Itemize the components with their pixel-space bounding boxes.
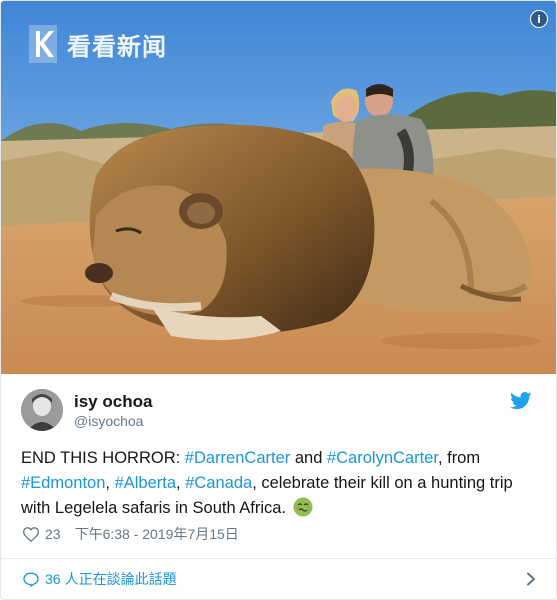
tweet-timestamp[interactable]: 下午6:38 - 2019年7月15日 xyxy=(75,524,239,544)
tweet-body: isy ochoa @isyochoa END THIS HORROR: #Da… xyxy=(1,374,556,599)
twitter-bird-icon[interactable] xyxy=(510,392,532,410)
info-icon-glyph: i xyxy=(537,12,541,26)
tweet-header: isy ochoa @isyochoa xyxy=(21,389,538,434)
nauseated-face-emoji-icon xyxy=(293,497,313,517)
hashtag-edmonton[interactable]: #Edmonton xyxy=(21,474,105,492)
like-count[interactable]: 23 xyxy=(45,526,61,542)
hashtag-alberta[interactable]: #Alberta xyxy=(115,474,176,492)
conversation-link[interactable]: 36 人正在談論此話題 xyxy=(23,568,536,590)
info-icon[interactable]: i xyxy=(530,10,548,28)
avatar[interactable] xyxy=(21,389,63,431)
watermark: 看看新闻 xyxy=(27,23,167,65)
hashtag-carolyncarter[interactable]: #CarolynCarter xyxy=(327,449,438,467)
heart-icon[interactable] xyxy=(23,526,39,542)
watermark-text: 看看新闻 xyxy=(67,32,167,61)
talking-count: 36 xyxy=(45,571,61,587)
tweet-meta: 23 下午6:38 - 2019年7月15日 xyxy=(23,524,239,544)
tweet-card: 看看新闻 i isy ochoa @isyochoa END THIS HORR… xyxy=(0,0,557,600)
tweet-text: END THIS HORROR: #DarrenCarter and #Caro… xyxy=(21,446,541,521)
tweet-text-segment: , xyxy=(105,474,115,492)
avatar-image xyxy=(21,389,63,431)
speech-bubble-icon xyxy=(23,572,39,587)
user-handle[interactable]: @isyochoa xyxy=(74,413,143,429)
chevron-right-icon[interactable] xyxy=(526,572,536,586)
tweet-text-segment: and xyxy=(290,449,327,467)
user-name[interactable]: isy ochoa xyxy=(74,392,152,412)
hashtag-canada[interactable]: #Canada xyxy=(185,474,252,492)
talking-label: 人正在談論此話題 xyxy=(64,571,177,587)
tweet-text-segment: , xyxy=(176,474,186,492)
hashtag-darrencarter[interactable]: #DarrenCarter xyxy=(185,449,290,467)
tweet-photo[interactable]: 看看新闻 i xyxy=(1,1,556,374)
tweet-text-segment: END THIS HORROR: xyxy=(21,449,185,467)
tweet-text-segment: , from xyxy=(437,449,481,467)
kankan-logo-icon xyxy=(29,25,57,63)
divider xyxy=(1,558,556,559)
